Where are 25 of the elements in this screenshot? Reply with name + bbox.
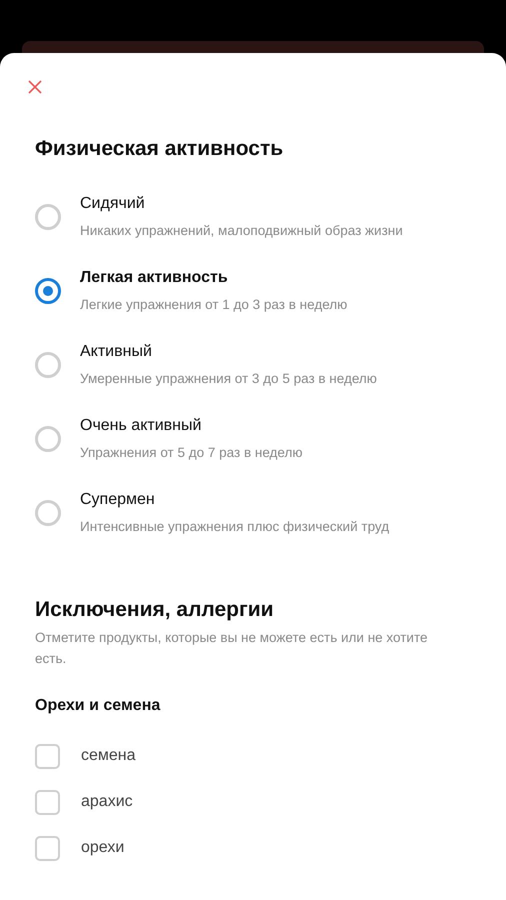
checkbox[interactable]	[35, 836, 60, 860]
section-description: Отметите продукты, которые вы не можете есть или не хотите есть.	[35, 629, 429, 668]
option-description: Упражнения от 5 до 7 раз в неделю	[80, 444, 302, 462]
checkbox-label: арахис	[81, 792, 133, 812]
option-label: Очень активный	[80, 416, 202, 436]
checkbox-item[interactable]: орехи	[35, 825, 471, 871]
option-label: Сидячий	[80, 194, 146, 214]
option-description: Умеренные упражнения от 3 до 5 раз в неделю	[80, 370, 377, 388]
option-description: Никаких упражнений, малоподвижный образ жизни	[80, 222, 403, 240]
option-description: Легкие упражнения от 1 до 3 раз в неделю	[80, 296, 348, 314]
option-label: Легкая активность	[80, 268, 229, 288]
group-title: Орехи и семена	[35, 696, 162, 716]
checkbox-item[interactable]: арахис	[35, 779, 471, 825]
checkbox[interactable]	[35, 744, 60, 768]
option-label: Активный	[80, 342, 153, 362]
checkbox-label: орехи	[81, 838, 124, 858]
checkbox-item[interactable]: семена	[35, 733, 471, 779]
option-label: Супермен	[80, 490, 156, 510]
section-title: Физическая активность	[35, 136, 284, 162]
close-icon	[27, 79, 43, 95]
checkbox-label: семена	[81, 746, 136, 766]
section-title: Исключения, аллергии	[35, 597, 275, 623]
option-description: Интенсивные упражнения плюс физический труд	[80, 518, 390, 536]
radio-button[interactable]	[35, 278, 61, 304]
checkbox[interactable]	[35, 790, 60, 814]
